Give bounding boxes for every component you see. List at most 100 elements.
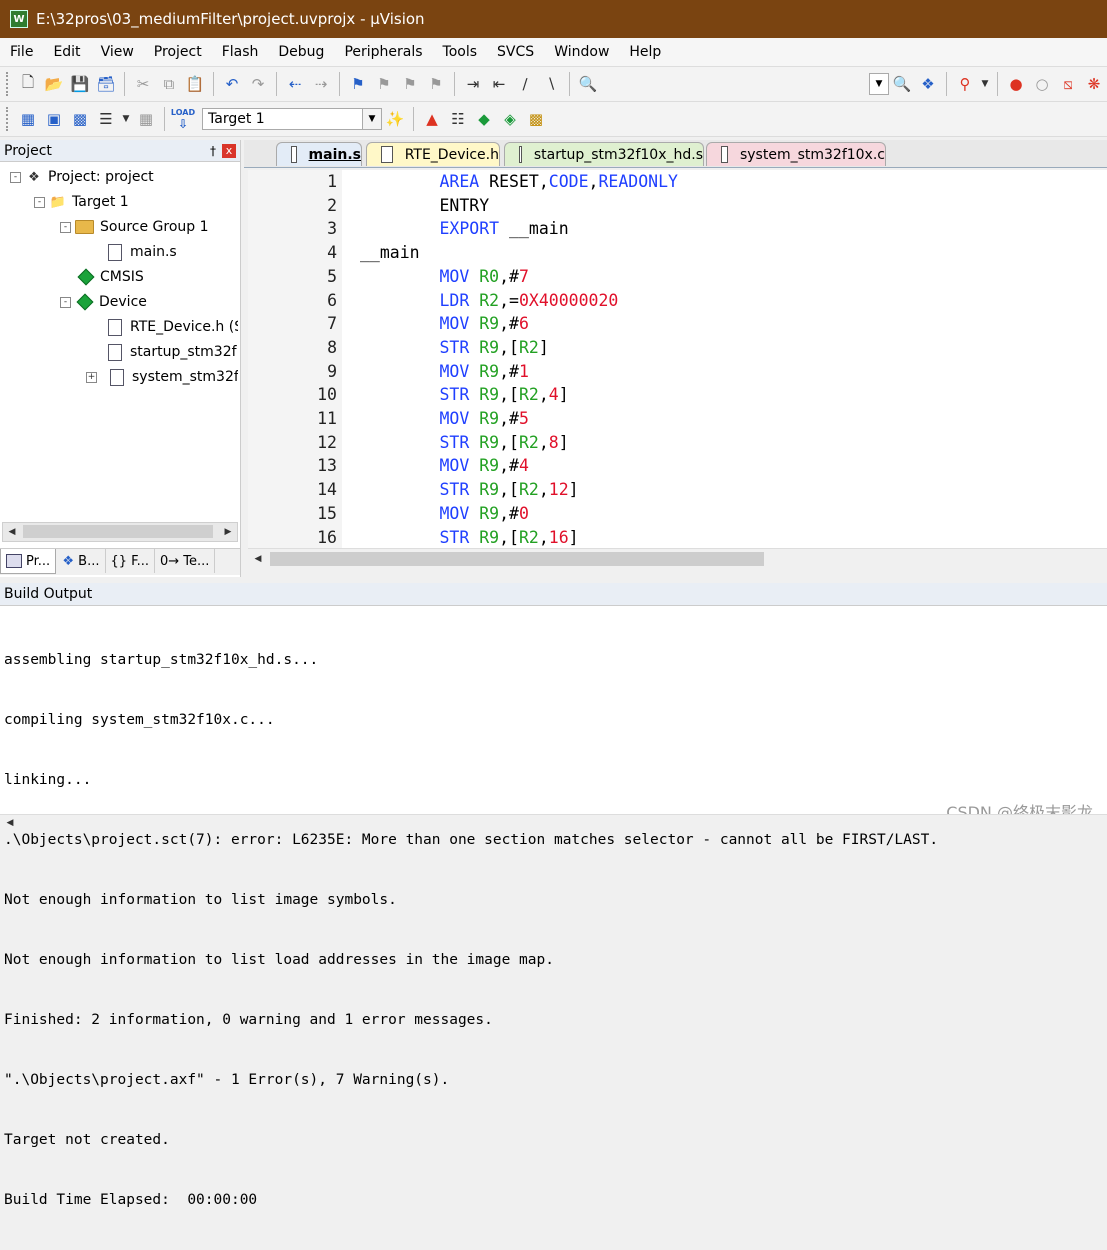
code-line[interactable]: 2 ENTRY <box>248 196 1107 220</box>
chevron-down-icon[interactable]: ▼ <box>362 109 381 129</box>
target-select[interactable]: Target 1 ▼ <box>202 108 382 130</box>
redo-icon[interactable]: ↷ <box>247 73 269 95</box>
code-line[interactable]: 9 MOV R9,#1 <box>248 362 1107 386</box>
tab-system-c[interactable]: system_stm32f10x.c <box>706 142 886 166</box>
tab-templates[interactable]: 0→ Te... <box>155 549 216 573</box>
save-icon[interactable]: 💾 <box>69 73 91 95</box>
code-line[interactable]: 16 STR R9,[R2,16] <box>248 528 1107 549</box>
code-editor[interactable]: 1 AREA RESET,CODE,READONLY 2 ENTRY 3 EXPOR… <box>248 170 1107 548</box>
find-icon[interactable]: ❖ <box>917 73 939 95</box>
code-line[interactable]: 13 MOV R9,#4 <box>248 456 1107 480</box>
enable-breakpoint-icon[interactable]: ○ <box>1031 73 1053 95</box>
debug-dropdown-chevron-icon[interactable]: ▼ <box>980 73 990 95</box>
code-line[interactable]: 7 MOV R9,#6 <box>248 314 1107 338</box>
build-output-text[interactable]: assembling startup_stm32f10x_hd.s... com… <box>4 610 938 1250</box>
toolbar-grip[interactable] <box>6 107 11 131</box>
menu-tools[interactable]: Tools <box>433 44 488 60</box>
menu-help[interactable]: Help <box>619 44 671 60</box>
scroll-left-icon[interactable]: ◀ <box>4 524 20 539</box>
find-dropdown-chevron-icon[interactable]: ▼ <box>869 73 889 95</box>
collapse-icon[interactable]: - <box>60 221 71 233</box>
build-icon[interactable]: ▣ <box>43 108 65 130</box>
undo-icon[interactable]: ↶ <box>221 73 243 95</box>
batch-build-icon[interactable]: ☰ <box>95 108 117 130</box>
scrollbar-thumb[interactable] <box>23 525 213 538</box>
pack-installer-icon[interactable]: ◈ <box>499 108 521 130</box>
editor-horizontal-scrollbar[interactable]: ◀ <box>248 548 1107 569</box>
tab-books[interactable]: ❖ B... <box>56 549 106 573</box>
previous-bookmark-icon[interactable]: ⚑ <box>373 73 395 95</box>
collapse-icon[interactable]: - <box>34 196 45 208</box>
code-line[interactable]: 3 EXPORT __main <box>248 219 1107 243</box>
menu-file[interactable]: File <box>0 44 43 60</box>
menu-edit[interactable]: Edit <box>43 44 90 60</box>
save-all-icon[interactable]: 🗃 <box>95 73 117 95</box>
build-output-horizontal-scrollbar[interactable]: ◀ <box>0 814 1107 832</box>
menu-view[interactable]: View <box>91 44 144 60</box>
tab-project[interactable]: Pr... <box>0 549 57 574</box>
code-line[interactable]: 15 MOV R9,#0 <box>248 504 1107 528</box>
find-in-files-icon[interactable]: 🔍 <box>577 73 599 95</box>
bookmark-icon[interactable]: ⚑ <box>347 73 369 95</box>
scroll-right-icon[interactable]: ▶ <box>220 524 236 539</box>
code-line[interactable]: 14 STR R9,[R2,12] <box>248 480 1107 504</box>
code-line[interactable]: 10 STR R9,[R2,4] <box>248 385 1107 409</box>
clear-bookmarks-icon[interactable]: ⚑ <box>425 73 447 95</box>
kill-breakpoints-icon[interactable]: ❋ <box>1083 73 1105 95</box>
toolbar-grip[interactable] <box>6 72 11 96</box>
unindent-icon[interactable]: ⇤ <box>488 73 510 95</box>
menu-window[interactable]: Window <box>544 44 619 60</box>
manage-rte-icon[interactable]: ◆ <box>473 108 495 130</box>
tab-functions[interactable]: {} F... <box>106 549 155 573</box>
open-folder-icon[interactable]: 📂 <box>43 73 65 95</box>
navigate-forward-icon[interactable]: ⇢ <box>310 73 332 95</box>
tree-node-target[interactable]: - 📁 Target 1 <box>34 190 129 214</box>
code-line[interactable]: 1 AREA RESET,CODE,READONLY <box>248 172 1107 196</box>
comment-icon[interactable]: ∕ <box>514 73 536 95</box>
collapse-icon[interactable]: - <box>10 171 21 183</box>
scroll-left-icon[interactable]: ◀ <box>250 551 266 566</box>
incremental-find-icon[interactable]: 🔍 <box>891 73 913 95</box>
next-bookmark-icon[interactable]: ⚑ <box>399 73 421 95</box>
select-packs-icon[interactable]: ☷ <box>447 108 469 130</box>
code-line[interactable]: 4 __main <box>248 243 1107 267</box>
tab-rte-device-h[interactable]: RTE_Device.h <box>366 142 500 166</box>
expand-icon[interactable]: + <box>86 371 97 383</box>
new-file-icon[interactable]: 🗋 <box>17 73 39 95</box>
code-line[interactable]: 12 STR R9,[R2,8] <box>248 433 1107 457</box>
menu-project[interactable]: Project <box>144 44 212 60</box>
menu-svcs[interactable]: SVCS <box>487 44 544 60</box>
menu-flash[interactable]: Flash <box>212 44 269 60</box>
tab-main-s[interactable]: main.s <box>276 142 362 166</box>
tree-node-project[interactable]: - ❖ Project: project <box>10 165 154 189</box>
tree-node-file[interactable]: RTE_Device.h (St <box>108 315 238 339</box>
tab-startup-s[interactable]: startup_stm32f10x_hd.s <box>504 142 704 166</box>
tree-node-device[interactable]: - Device <box>60 290 147 314</box>
tree-node-source-group[interactable]: - Source Group 1 <box>60 215 209 239</box>
tree-node-cmsis[interactable]: CMSIS <box>76 265 144 289</box>
indent-icon[interactable]: ⇥ <box>462 73 484 95</box>
code-line[interactable]: 11 MOV R9,#5 <box>248 409 1107 433</box>
manage-project-items-icon[interactable]: ▲ <box>421 108 443 130</box>
options-for-target-icon[interactable]: ✨ <box>384 108 406 130</box>
disable-breakpoints-icon[interactable]: ⧅ <box>1057 73 1079 95</box>
scroll-left-icon[interactable]: ◀ <box>2 815 18 830</box>
tree-node-file[interactable]: + system_stm32f1 <box>86 365 238 389</box>
menu-debug[interactable]: Debug <box>268 44 334 60</box>
batch-dropdown-chevron-icon[interactable]: ▼ <box>121 108 131 130</box>
code-line[interactable]: 5 MOV R0,#7 <box>248 267 1107 291</box>
start-debug-icon[interactable]: ⚲ <box>954 73 976 95</box>
code-line[interactable]: 6 LDR R2,=0X40000020 <box>248 291 1107 315</box>
scrollbar-thumb[interactable] <box>270 552 764 566</box>
rebuild-icon[interactable]: ▩ <box>69 108 91 130</box>
copy-icon[interactable]: ⧉ <box>158 73 180 95</box>
collapse-icon[interactable]: - <box>60 296 71 308</box>
pin-icon[interactable]: † <box>210 144 216 158</box>
stop-build-icon[interactable]: ▦ <box>135 108 157 130</box>
tree-node-file[interactable]: main.s <box>108 240 177 264</box>
project-horizontal-scrollbar[interactable]: ◀ ▶ <box>2 522 238 542</box>
paste-icon[interactable]: 📋 <box>184 73 206 95</box>
tree-node-file[interactable]: startup_stm32f1 <box>108 340 238 364</box>
navigate-back-icon[interactable]: ⇠ <box>284 73 306 95</box>
close-icon[interactable]: x <box>222 143 236 158</box>
